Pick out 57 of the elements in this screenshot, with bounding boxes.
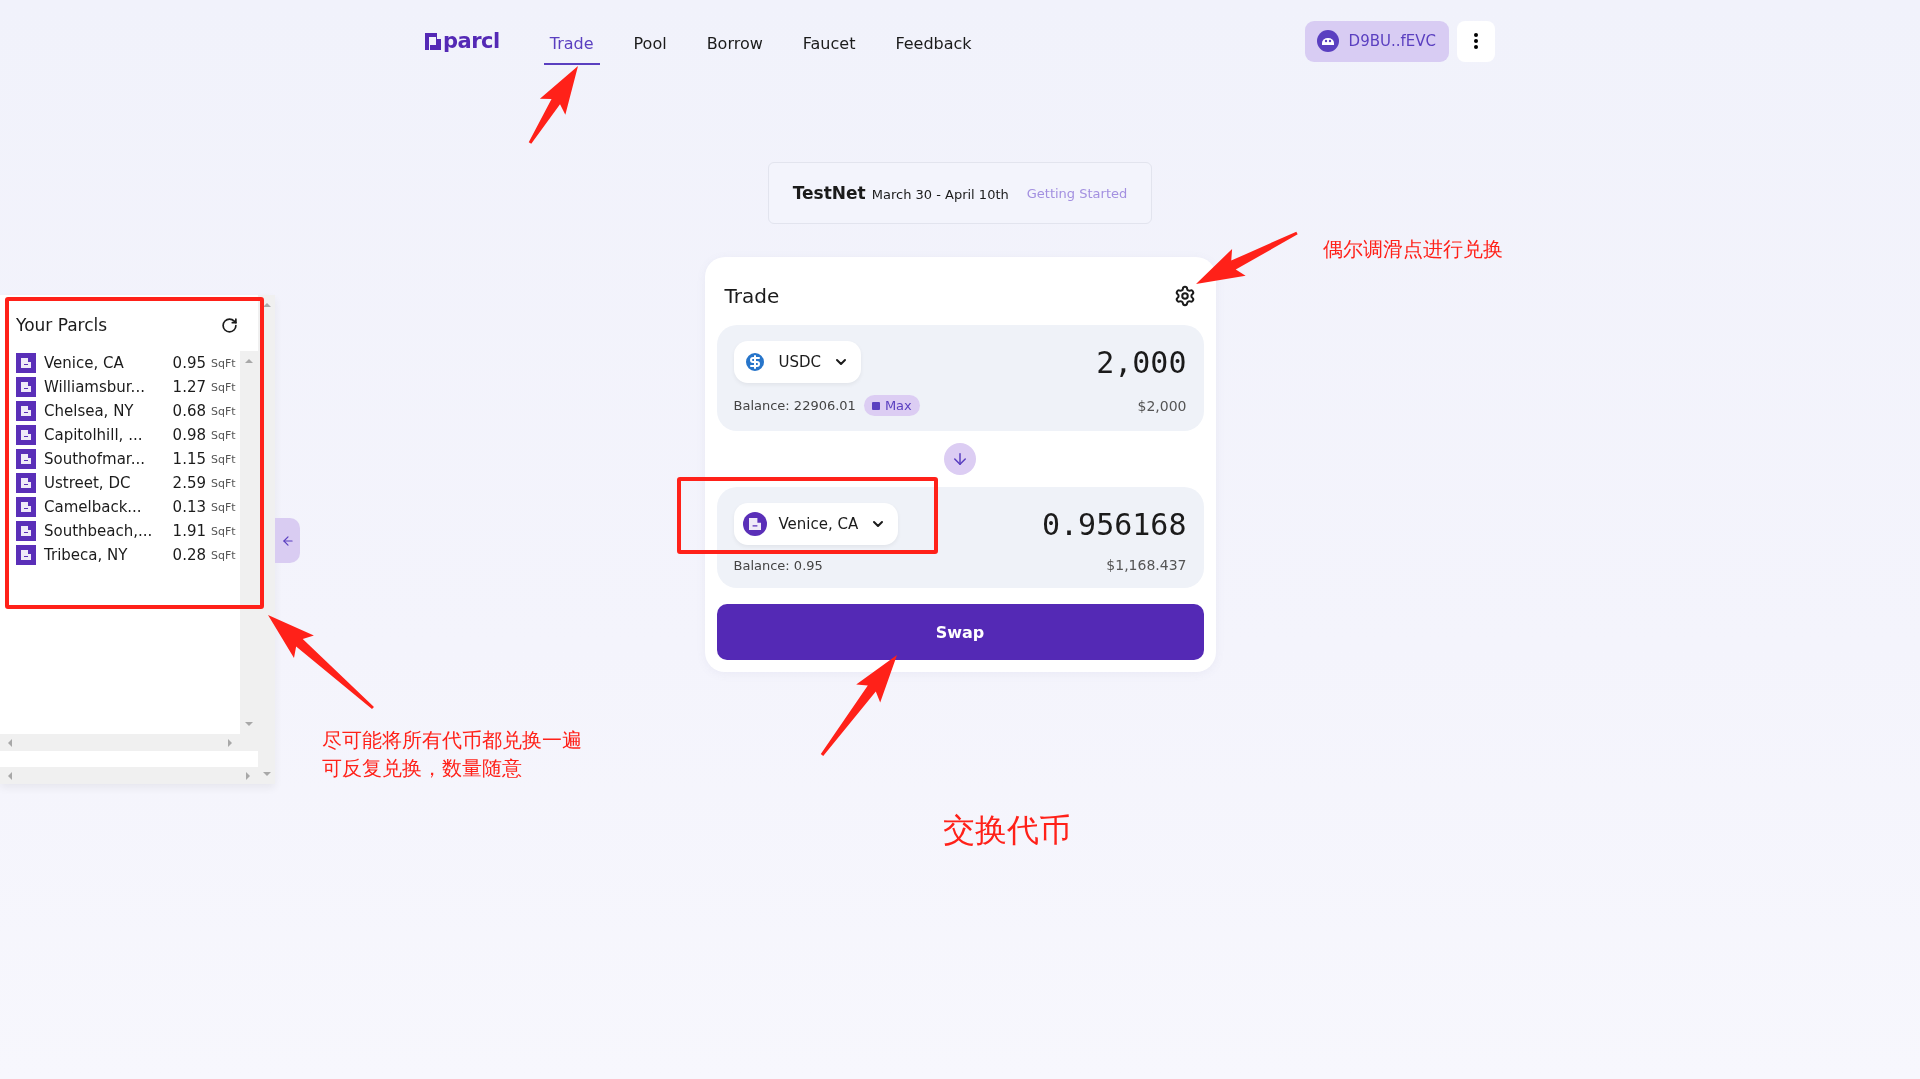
parcel-item[interactable]: Camelback... 0.13 SqFt <box>16 497 240 517</box>
parcel-icon <box>16 377 36 397</box>
parcel-icon <box>16 401 36 421</box>
more-menu-button[interactable] <box>1457 20 1495 62</box>
parcel-item[interactable]: Tribeca, NY 0.28 SqFt <box>16 545 240 565</box>
logo-icon <box>425 32 441 50</box>
usd-value: $1,168.437 <box>1106 557 1187 573</box>
nav-tab[interactable]: Borrow <box>700 25 769 65</box>
parcel-item[interactable]: Chelsea, NY 0.68 SqFt <box>16 401 240 421</box>
parcel-item[interactable]: Southbeach,... 1.91 SqFt <box>16 521 240 541</box>
parcel-icon <box>16 497 36 517</box>
parcel-item[interactable]: Venice, CA 0.95 SqFt <box>16 353 240 373</box>
parcel-icon <box>16 353 36 373</box>
square-icon <box>871 401 880 410</box>
refresh-icon[interactable] <box>221 316 238 334</box>
amount: 0.956168 <box>1042 506 1187 542</box>
swap-button[interactable]: Swap <box>716 604 1204 660</box>
more-icon <box>1474 33 1478 49</box>
arrow-down-icon <box>951 450 969 468</box>
nav-tab[interactable]: Pool <box>627 25 673 65</box>
scrollbar[interactable] <box>0 734 258 751</box>
banner-dates: March 30 - April 10th <box>871 187 1009 202</box>
nav-tab[interactable]: Faucet <box>796 25 862 65</box>
wallet-button[interactable]: D9BU..fEVC <box>1304 20 1449 62</box>
banner-title: TestNet <box>792 183 866 203</box>
logo: parcl <box>425 29 500 53</box>
ghost-icon <box>1316 30 1339 52</box>
parcel-item[interactable]: Southofmar... 1.15 SqFt <box>16 449 240 469</box>
annotation-text: 交换代币 <box>943 810 1071 851</box>
max-button[interactable]: Max <box>863 395 920 416</box>
card-title: Trade <box>724 284 780 308</box>
collapse-button[interactable] <box>275 518 300 563</box>
parcel-icon <box>16 425 36 445</box>
scrollbar[interactable] <box>0 767 258 784</box>
nav-tab[interactable]: Trade <box>543 25 600 65</box>
token-select[interactable]: USDC <box>733 341 862 383</box>
parcel-item[interactable]: Williamsbur... 1.27 SqFt <box>16 377 240 397</box>
balance: Balance: 22906.01 <box>733 398 856 413</box>
settings-icon[interactable] <box>1173 285 1196 307</box>
usd-value: $2,000 <box>1137 397 1187 414</box>
nav-tab[interactable]: Feedback <box>889 25 978 65</box>
annotation-text: 可反复兑换，数量随意 <box>322 755 522 782</box>
parcel-icon <box>16 473 36 493</box>
balance: Balance: 0.95 <box>733 557 823 573</box>
swap-direction-button[interactable] <box>944 443 976 475</box>
parcel-item[interactable]: Ustreet, DC 2.59 SqFt <box>16 473 240 493</box>
parcel-icon <box>16 521 36 541</box>
parcel-icon <box>742 512 767 536</box>
parcel-item[interactable]: Capitolhill, ... 0.98 SqFt <box>16 425 240 445</box>
annotation-text: 尽可能将所有代币都兑换一遍 <box>322 727 582 754</box>
parcel-icon <box>16 449 36 469</box>
amount: 2,000 <box>1096 344 1187 380</box>
parcel-icon <box>16 545 36 565</box>
scrollbar[interactable] <box>240 351 258 734</box>
token-select[interactable]: Venice, CA <box>733 503 899 545</box>
annotation-text: 偶尔调滑点进行兑换 <box>1323 236 1503 263</box>
panel-title: Your Parcls <box>16 315 108 335</box>
